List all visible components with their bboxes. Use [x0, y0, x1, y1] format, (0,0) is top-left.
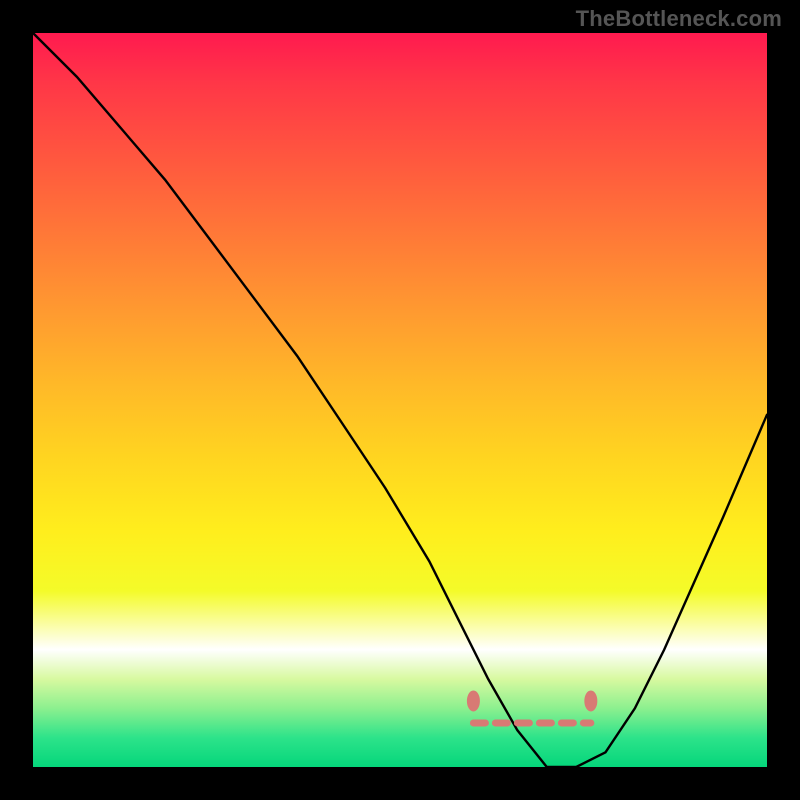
optimal-left-marker [467, 691, 479, 711]
attribution-text: TheBottleneck.com [576, 6, 782, 32]
chart-plot-area [33, 33, 767, 767]
chart-svg [33, 33, 767, 767]
optimal-right-marker [585, 691, 597, 711]
bottleneck-curve [33, 33, 767, 767]
